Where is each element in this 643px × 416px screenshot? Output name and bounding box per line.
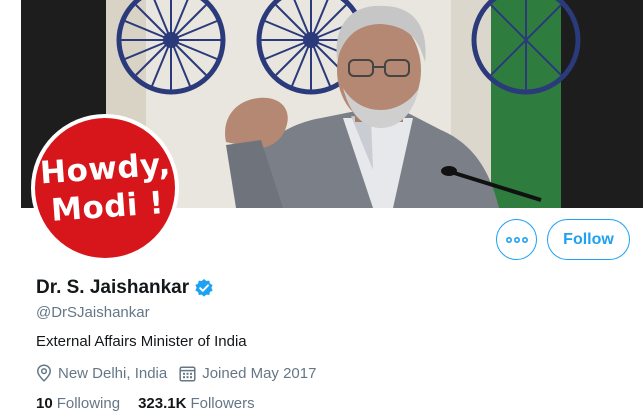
following-count: 10 bbox=[36, 395, 53, 412]
profile-bio: External Affairs Minister of India bbox=[36, 333, 247, 350]
profile-meta: New Delhi, India Joined May 2017 bbox=[36, 364, 328, 382]
profile-stats: 10 Following 323.1K Followers bbox=[36, 395, 273, 412]
followers-count: 323.1K bbox=[138, 395, 187, 412]
more-dots-icon bbox=[505, 236, 528, 243]
followers-label: Followers bbox=[190, 395, 255, 412]
follow-button[interactable]: Follow bbox=[547, 219, 630, 260]
avatar-text-line2: Modi ! bbox=[49, 185, 165, 229]
location-item: New Delhi, India bbox=[36, 364, 167, 382]
more-options-button[interactable] bbox=[496, 219, 537, 260]
avatar[interactable]: Howdy, Modi ! bbox=[35, 118, 175, 258]
location-text: New Delhi, India bbox=[58, 364, 168, 382]
profile-handle: @DrSJaishankar bbox=[36, 304, 150, 321]
verified-badge-icon bbox=[194, 278, 214, 298]
joined-text: Joined May 2017 bbox=[202, 364, 317, 382]
joined-item: Joined May 2017 bbox=[179, 365, 316, 382]
following-stat[interactable]: 10 Following bbox=[36, 395, 120, 412]
following-label: Following bbox=[56, 395, 121, 412]
followers-stat[interactable]: 323.1K Followers bbox=[138, 395, 255, 412]
location-pin-icon bbox=[37, 364, 51, 382]
profile-name-row: Dr. S. Jaishankar bbox=[36, 277, 214, 299]
calendar-icon bbox=[179, 365, 196, 382]
display-name: Dr. S. Jaishankar bbox=[36, 277, 190, 298]
